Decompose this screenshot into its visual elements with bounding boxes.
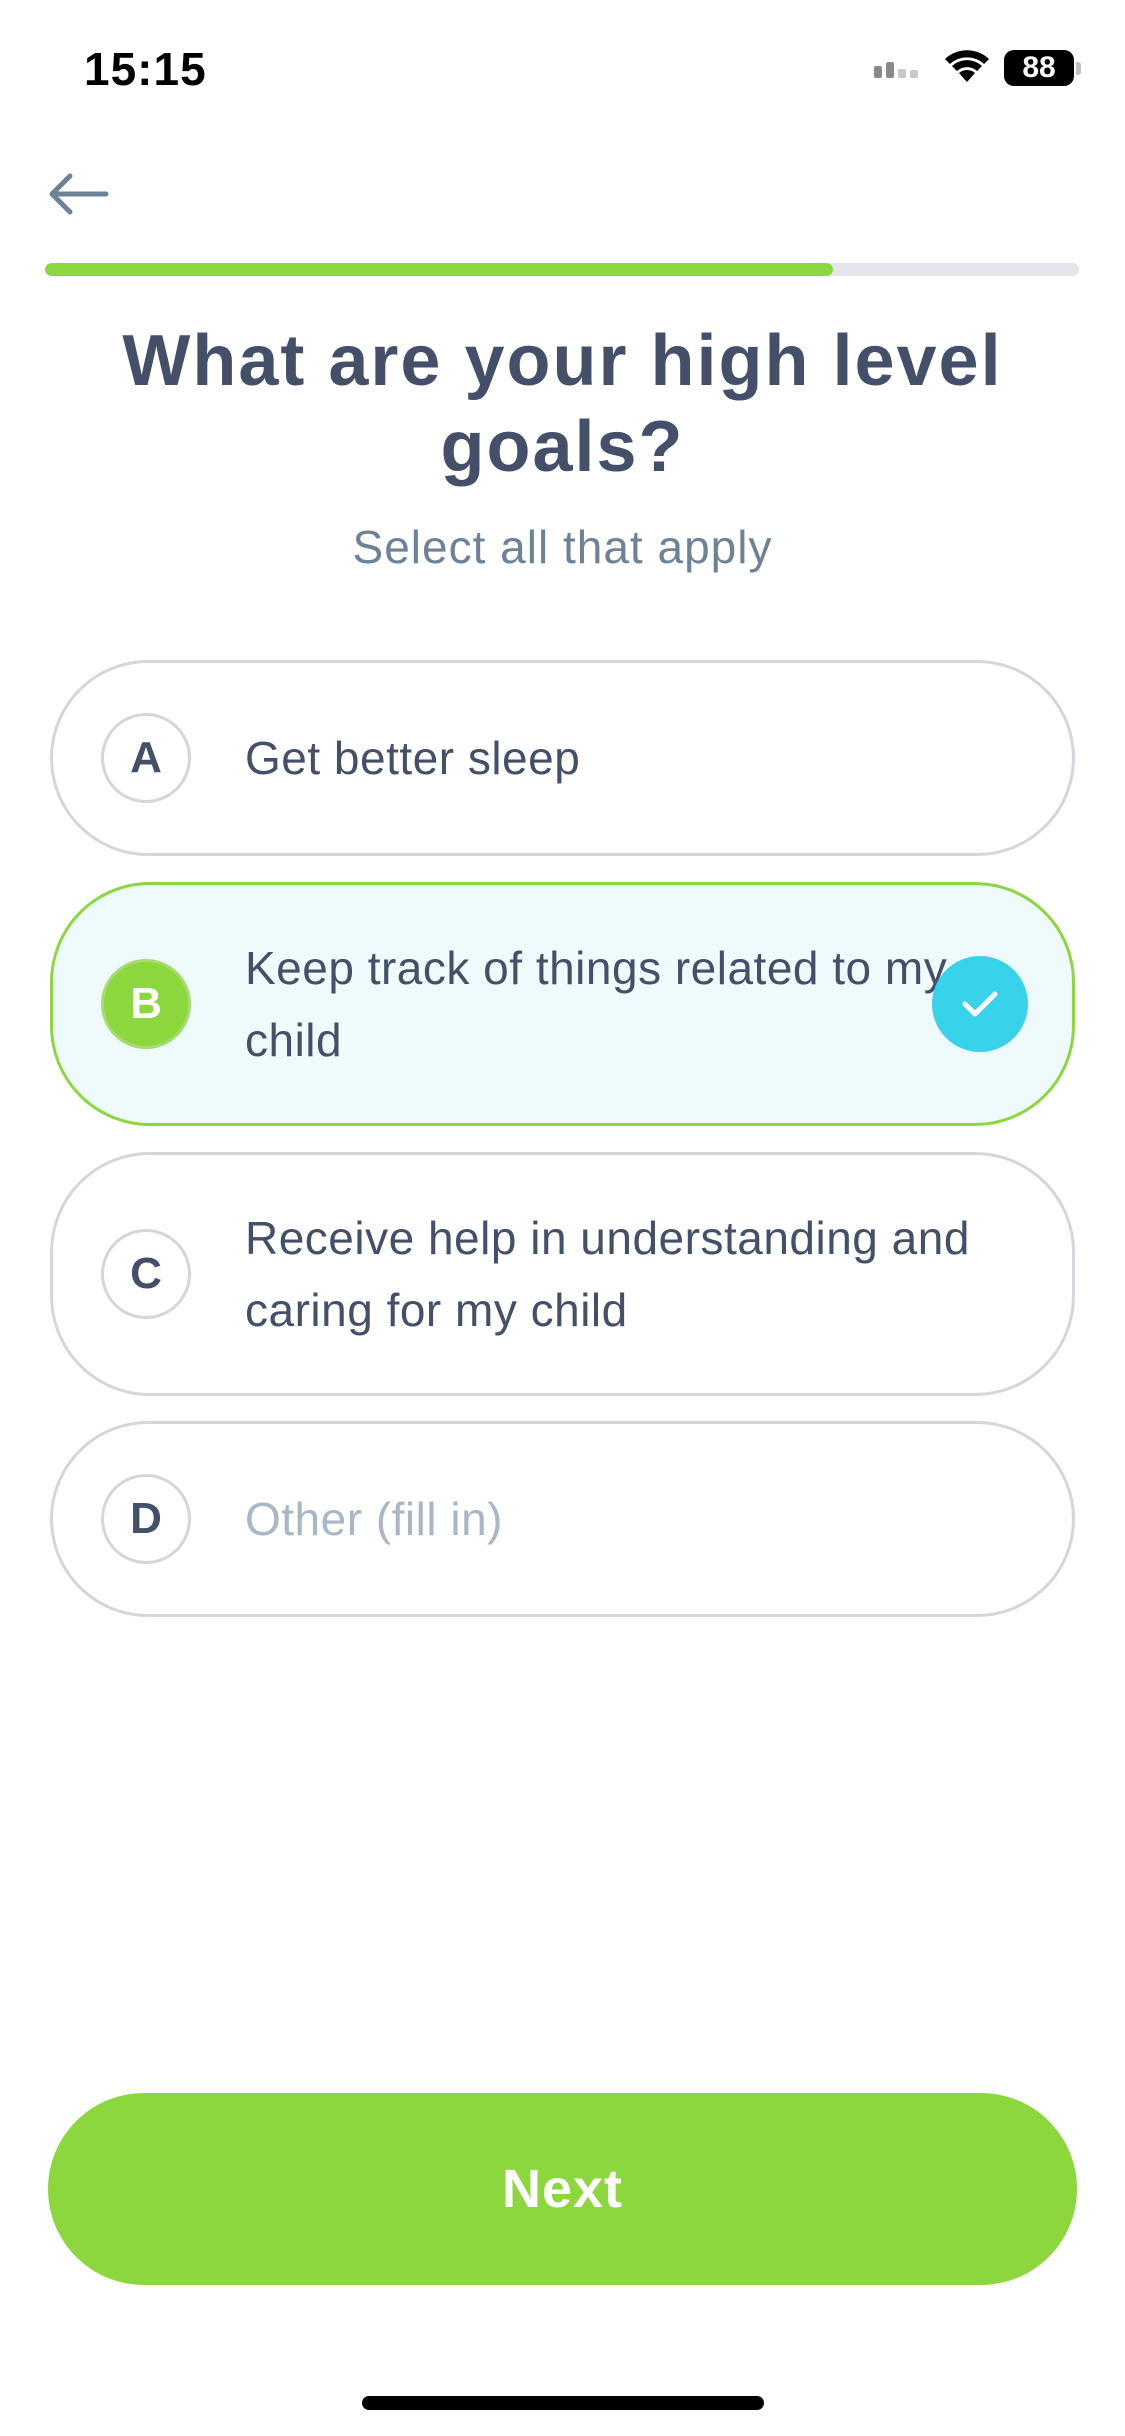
- option-label: Receive help in understanding and caring…: [245, 1212, 970, 1336]
- other-fill-in-placeholder: Other (fill in): [245, 1493, 503, 1545]
- option-letter-badge: C: [101, 1229, 191, 1319]
- option-letter-badge: A: [101, 713, 191, 803]
- status-time: 15:15: [84, 43, 207, 95]
- option-c[interactable]: C Receive help in understanding and cari…: [50, 1152, 1075, 1396]
- page-subtitle: Select all that apply: [352, 521, 773, 573]
- arrow-left-icon: [46, 172, 110, 221]
- option-a[interactable]: A Get better sleep: [50, 660, 1075, 856]
- progress-fill: [45, 263, 833, 276]
- status-bar: 15:15 88: [0, 0, 1125, 140]
- option-b[interactable]: B Keep track of things related to my chi…: [50, 882, 1075, 1126]
- status-icons: 88: [874, 48, 1081, 88]
- home-indicator: [362, 2396, 764, 2410]
- cellular-signal-icon: [874, 54, 930, 83]
- back-button[interactable]: [36, 160, 120, 232]
- battery-icon: 88: [1004, 50, 1081, 86]
- option-d-other-input[interactable]: D Other (fill in): [50, 1421, 1075, 1617]
- next-button[interactable]: Next: [48, 2093, 1077, 2285]
- wifi-icon: [944, 49, 990, 88]
- progress-bar: [45, 263, 1079, 276]
- option-label: Keep track of things related to my child: [245, 942, 948, 1066]
- option-letter-badge: D: [101, 1474, 191, 1564]
- option-label: Get better sleep: [245, 732, 581, 784]
- option-letter-badge: B: [101, 959, 191, 1049]
- battery-level: 88: [1004, 50, 1074, 86]
- page-title: What are your high level goals?: [122, 321, 1003, 487]
- checkmark-icon: [932, 956, 1028, 1052]
